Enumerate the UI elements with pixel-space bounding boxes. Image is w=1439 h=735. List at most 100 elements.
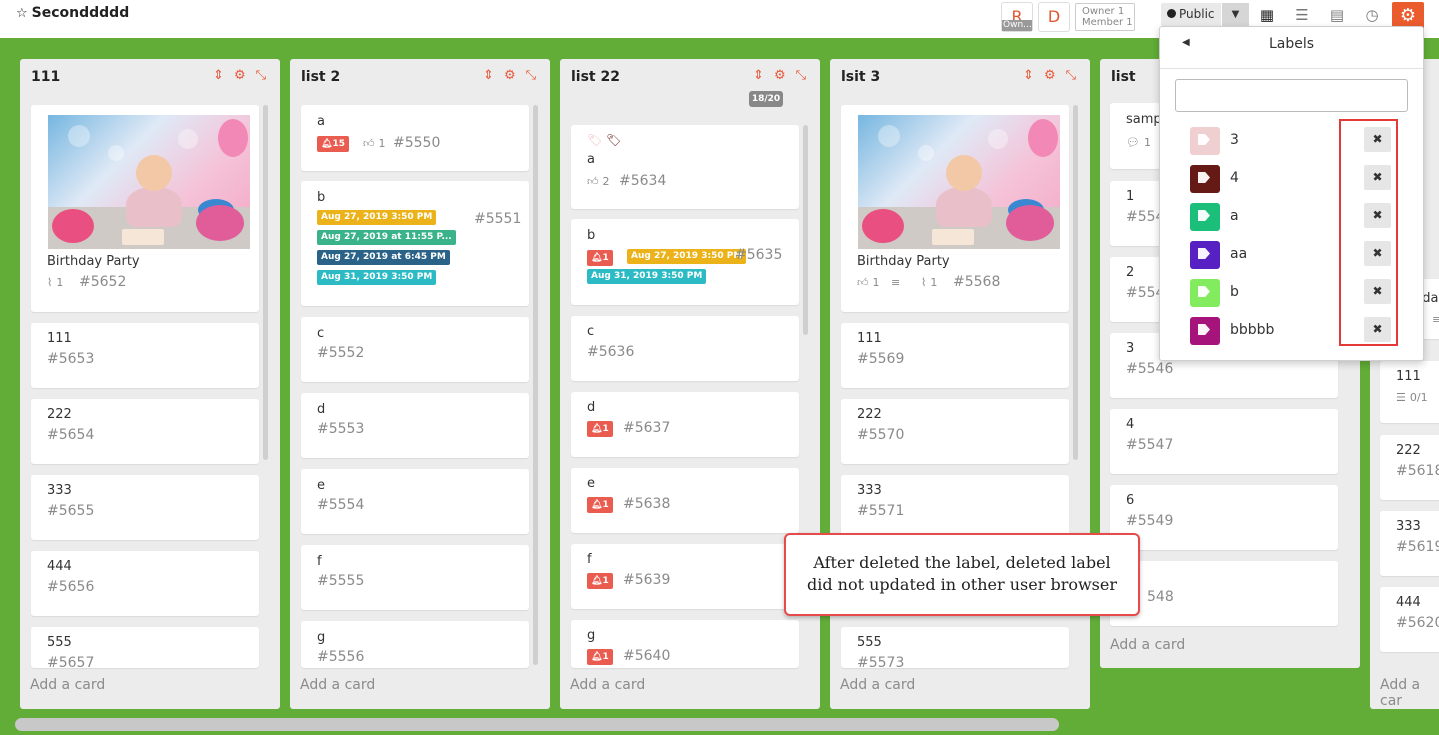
card[interactable]: d 🔔︎1 #5637 [571, 392, 799, 457]
visibility-caret-icon[interactable]: ▼ [1222, 3, 1249, 26]
card-title: 333 [47, 483, 72, 498]
card[interactable]: f #5555 [301, 545, 529, 610]
card[interactable]: 333 #5571 [841, 475, 1069, 540]
collapse-icon[interactable]: ⤡ [1066, 68, 1076, 83]
card[interactable]: 🏷︎ 🏷︎ a 👍︎ 2 #5634 [571, 125, 799, 209]
gear-icon[interactable]: ⚙ [234, 68, 246, 83]
card-title: e [587, 476, 595, 491]
card-title: a [587, 152, 595, 167]
card[interactable]: 4 #5547 [1110, 409, 1338, 474]
add-card-link[interactable]: Add a card [840, 677, 915, 693]
card[interactable]: g 🔔︎1 #5640 [571, 620, 799, 668]
member-avatar-d[interactable]: D [1038, 2, 1070, 32]
label-swatch [1190, 203, 1220, 231]
list-title[interactable]: list 22 [571, 69, 620, 85]
card[interactable]: 6 #5549 [1110, 485, 1338, 550]
card-title: 111 [857, 331, 882, 346]
card[interactable]: a 🔔︎15 👍︎ 1 #5550 [301, 105, 529, 171]
annotation-callout: After deleted the label, deleted label d… [784, 533, 1140, 616]
card-id: #5550 [393, 135, 441, 151]
card[interactable]: 548 [1110, 561, 1338, 626]
card[interactable]: 444 #5656 [31, 551, 259, 616]
card[interactable]: 111 #5653 [31, 323, 259, 388]
card-id: #5556 [317, 649, 365, 665]
card[interactable]: 111 #5569 [841, 323, 1069, 388]
add-card-link[interactable]: Add a card [300, 677, 375, 693]
list-title[interactable]: 111 [31, 69, 60, 85]
gear-icon[interactable]: ⚙ [1044, 68, 1056, 83]
card-title: f [317, 554, 322, 569]
calendar-view-icon[interactable]: ▤ [1325, 4, 1349, 26]
gear-icon[interactable]: ⚙ [774, 68, 786, 83]
card[interactable]: e 🔔︎1 #5638 [571, 468, 799, 533]
sort-icon[interactable]: ⇕ [213, 68, 224, 83]
card-id: #5637 [623, 420, 671, 436]
card-id: #5552 [317, 345, 365, 361]
card[interactable]: 333 #5619 [1380, 511, 1439, 576]
list-title[interactable]: list [1111, 69, 1136, 85]
board-title[interactable]: ☆ Seconddddd [16, 5, 129, 21]
board-horizontal-scrollbar[interactable] [15, 718, 1059, 731]
add-card-link[interactable]: Add a car [1380, 677, 1439, 709]
reminder-badge: 🔔︎1 [587, 573, 613, 589]
list-scrollbar[interactable] [263, 105, 268, 460]
due-date-badge: Aug 31, 2019 3:50 PM [317, 270, 437, 285]
collapse-icon[interactable]: ⤡ [526, 68, 536, 83]
sort-icon[interactable]: ⇕ [483, 68, 494, 83]
activity-clock-icon[interactable]: ◷ [1360, 4, 1384, 26]
card[interactable]: c #5552 [301, 317, 529, 382]
card-id: #5569 [857, 351, 905, 367]
card[interactable]: 222 #5654 [31, 399, 259, 464]
visibility-button[interactable]: Public [1161, 3, 1221, 26]
card[interactable]: e #5554 [301, 469, 529, 534]
card[interactable]: Birthday Party ⌇ 1 #5652 [31, 105, 259, 312]
member-role-summary[interactable]: Owner 1 Member 1 [1075, 3, 1135, 31]
due-date-badge: Aug 31, 2019 3:50 PM [587, 269, 707, 284]
card[interactable]: 555 #5573 [841, 627, 1069, 671]
list-scrollbar[interactable] [533, 105, 538, 665]
card[interactable]: d #5553 [301, 393, 529, 458]
add-card-link[interactable]: Add a card [570, 677, 645, 693]
collapse-icon[interactable]: ⤡ [796, 68, 806, 83]
list-title[interactable]: list 2 [301, 69, 340, 85]
board-view-grid-icon[interactable]: ▦ [1255, 4, 1279, 26]
sort-icon[interactable]: ⇕ [753, 68, 764, 83]
card[interactable]: g #5556 [301, 621, 529, 668]
card[interactable]: b 🔔︎1 Aug 27, 2019 3:50 PM Aug 31, 2019 … [571, 219, 799, 305]
label-name: a [1230, 208, 1239, 224]
add-card-link[interactable]: Add a card [30, 677, 105, 693]
list-view-icon[interactable]: ☰ [1290, 4, 1314, 26]
thumbs-up-icon: 👍︎ [857, 276, 869, 289]
star-icon[interactable]: ☆ [16, 6, 28, 21]
card-title: b [587, 228, 596, 243]
label-search-input[interactable] [1175, 79, 1408, 112]
card-title: 333 [857, 483, 882, 498]
sort-icon[interactable]: ⇕ [1023, 68, 1034, 83]
member-avatar-r[interactable]: R Own... [1001, 2, 1033, 32]
due-date-badge: Aug 27, 2019 at 11:55 P... [317, 230, 456, 245]
card-limit-badge: 18/20 [749, 91, 783, 107]
collapse-icon[interactable]: ⤡ [256, 68, 266, 83]
card[interactable]: 444 #5620 [1380, 587, 1439, 652]
label-tag-icon: 🏷︎ [606, 133, 622, 147]
card-title: 1 [1126, 189, 1135, 204]
card[interactable]: 111 ☰ 0/1 [1380, 361, 1439, 423]
card[interactable]: 555 #5657 [31, 627, 259, 671]
due-date-badge: Aug 27, 2019 3:50 PM [627, 249, 747, 264]
card[interactable]: f 🔔︎1 #5639 [571, 544, 799, 609]
label-swatch [1190, 127, 1220, 155]
card[interactable]: b #5551 Aug 27, 2019 3:50 PM Aug 27, 201… [301, 181, 529, 306]
list-scrollbar[interactable] [1073, 105, 1078, 460]
card[interactable]: 222 #5618 [1380, 435, 1439, 500]
list-title[interactable]: lsit 3 [841, 69, 880, 85]
list-scrollbar[interactable] [803, 125, 808, 335]
card[interactable]: 222 #5570 [841, 399, 1069, 464]
list-column: 111 ⇕ ⚙ ⤡ Birthday Party ⌇ 1 #5652 111 #565… [20, 59, 280, 709]
card[interactable]: Birthday Party 👍︎ 1 ≡ ⌇ 1 #5568 [841, 105, 1069, 312]
add-card-link[interactable]: Add a card [1110, 637, 1185, 653]
card[interactable]: 333 #5655 [31, 475, 259, 540]
member-count: Member 1 [1082, 17, 1133, 28]
gear-icon[interactable]: ⚙ [504, 68, 516, 83]
card-id: 548 [1147, 589, 1174, 605]
card[interactable]: c #5636 [571, 316, 799, 381]
